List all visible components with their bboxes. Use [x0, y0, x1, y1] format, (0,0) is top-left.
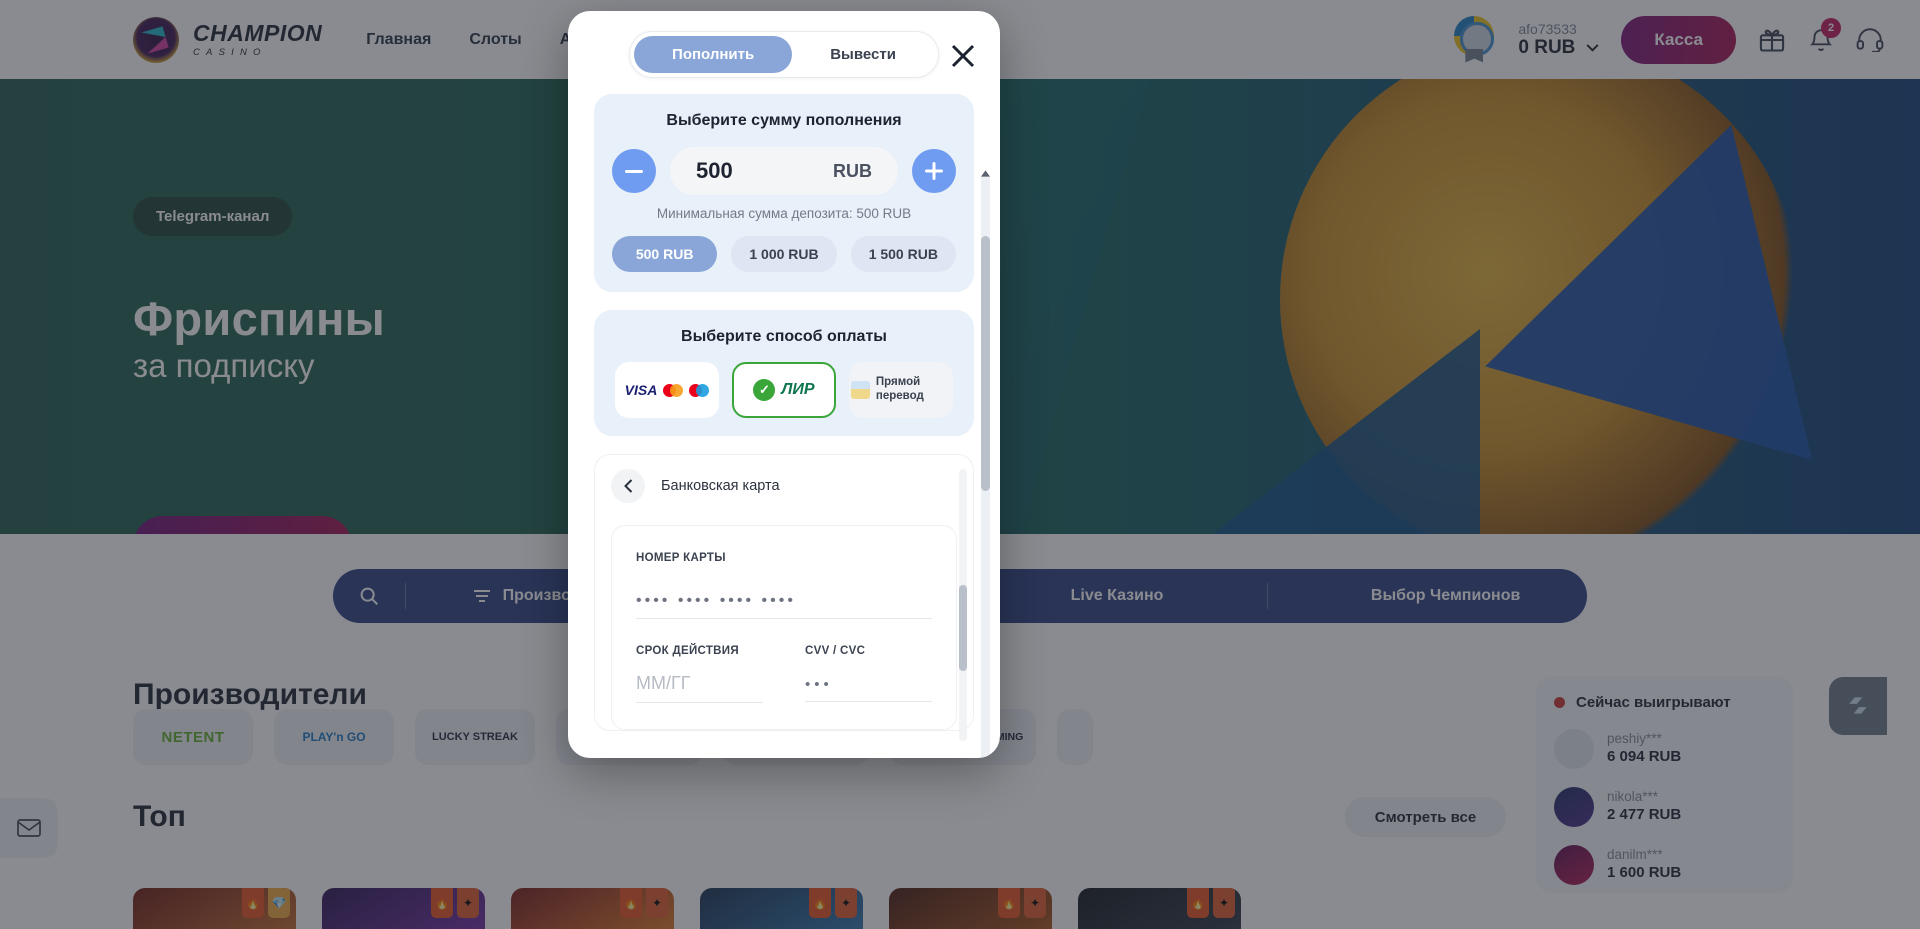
amount-section: Выберите сумму пополнения 500 RUB Минима…	[594, 94, 974, 292]
minus-icon	[625, 169, 643, 173]
tab-withdraw[interactable]: Вывести	[792, 36, 934, 73]
card-number-value: •••• •••• •••• ••••	[636, 592, 796, 609]
scroll-up-icon[interactable]	[981, 168, 990, 178]
card-cvv-value: •••	[805, 676, 833, 693]
close-icon	[951, 44, 975, 68]
minimum-deposit-note: Минимальная сумма депозита: 500 RUB	[656, 206, 912, 221]
app-root: Telegram-канал Фриспины за подписку Подп…	[0, 0, 1920, 929]
mir-icon: ЛИР	[781, 381, 815, 398]
back-button[interactable]	[611, 469, 645, 503]
payment-method-label: Прямой перевод	[875, 376, 924, 402]
card-number-field[interactable]: •••• •••• •••• ••••	[636, 592, 932, 619]
maestro-icon	[689, 383, 710, 397]
modal-header: Пополнить Вывести	[568, 11, 1000, 88]
quick-amount-1000[interactable]: 1 000 RUB	[731, 236, 837, 272]
quick-amount-chips: 500 RUB 1 000 RUB 1 500 RUB	[612, 236, 956, 272]
close-button[interactable]	[948, 41, 978, 71]
card-extra-fields: СРОК ДЕЙСТВИЯ ММ/ГГ CVV / CVC •••	[636, 645, 932, 703]
tab-deposit[interactable]: Пополнить	[634, 36, 793, 73]
card-form-scrollbar-thumb[interactable]	[959, 585, 967, 671]
card-cvv-label: CVV / CVC	[805, 645, 866, 657]
modal-tabs: Пополнить Вывести	[629, 31, 939, 78]
scrollbar-thumb[interactable]	[981, 236, 990, 491]
card-number-label: НОМЕР КАРТЫ	[636, 552, 726, 564]
payment-section-title: Выберите способ оплаты	[681, 328, 887, 345]
decrement-button[interactable]	[612, 149, 656, 193]
card-expiry-field[interactable]: ММ/ГГ	[636, 673, 763, 703]
amount-value: 500	[696, 158, 733, 183]
payment-method-direct-transfer[interactable]: Прямой перевод	[849, 362, 953, 418]
mastercard-icon	[663, 383, 684, 397]
increment-button[interactable]	[912, 149, 956, 193]
card-cvv-field[interactable]: •••	[805, 676, 932, 702]
card-expiry-label: СРОК ДЕЙСТВИЯ	[636, 645, 739, 657]
payment-method-section: Выберите способ оплаты VISA ✓ ЛИР Прямой…	[594, 310, 974, 436]
card-form-header: Банковская карта	[611, 469, 957, 503]
quick-amount-500[interactable]: 500 RUB	[612, 236, 718, 272]
modal-scrollbar[interactable]	[981, 169, 990, 758]
card-details-form: НОМЕР КАРТЫ •••• •••• •••• •••• СРОК ДЕЙ…	[611, 525, 957, 730]
amount-input[interactable]: 500 RUB	[670, 147, 898, 195]
modal-body: Выберите сумму пополнения 500 RUB Минима…	[568, 88, 1000, 758]
bank-card-icon	[851, 381, 870, 399]
amount-section-title: Выберите сумму пополнения	[666, 112, 902, 129]
card-form-title: Банковская карта	[661, 478, 780, 494]
plus-icon	[925, 162, 943, 180]
quick-amount-1500[interactable]: 1 500 RUB	[850, 236, 956, 272]
payment-methods: VISA ✓ ЛИР Прямой перевод	[612, 362, 956, 418]
amount-currency: RUB	[833, 160, 872, 181]
payment-method-visa-mastercard[interactable]: VISA	[615, 362, 719, 418]
card-form-section: Банковская карта НОМЕР КАРТЫ •••• •••• •…	[594, 454, 974, 741]
card-form-scrollbar[interactable]	[959, 469, 967, 741]
payment-method-mir[interactable]: ✓ ЛИР	[732, 362, 836, 418]
chevron-left-icon	[623, 479, 632, 493]
visa-icon: VISA	[624, 382, 658, 398]
card-expiry-placeholder: ММ/ГГ	[636, 673, 691, 693]
cashier-modal: Пополнить Вывести Выберите сумму пополне…	[568, 11, 1000, 758]
amount-stepper: 500 RUB	[612, 147, 956, 195]
check-circle-icon: ✓	[753, 379, 776, 401]
